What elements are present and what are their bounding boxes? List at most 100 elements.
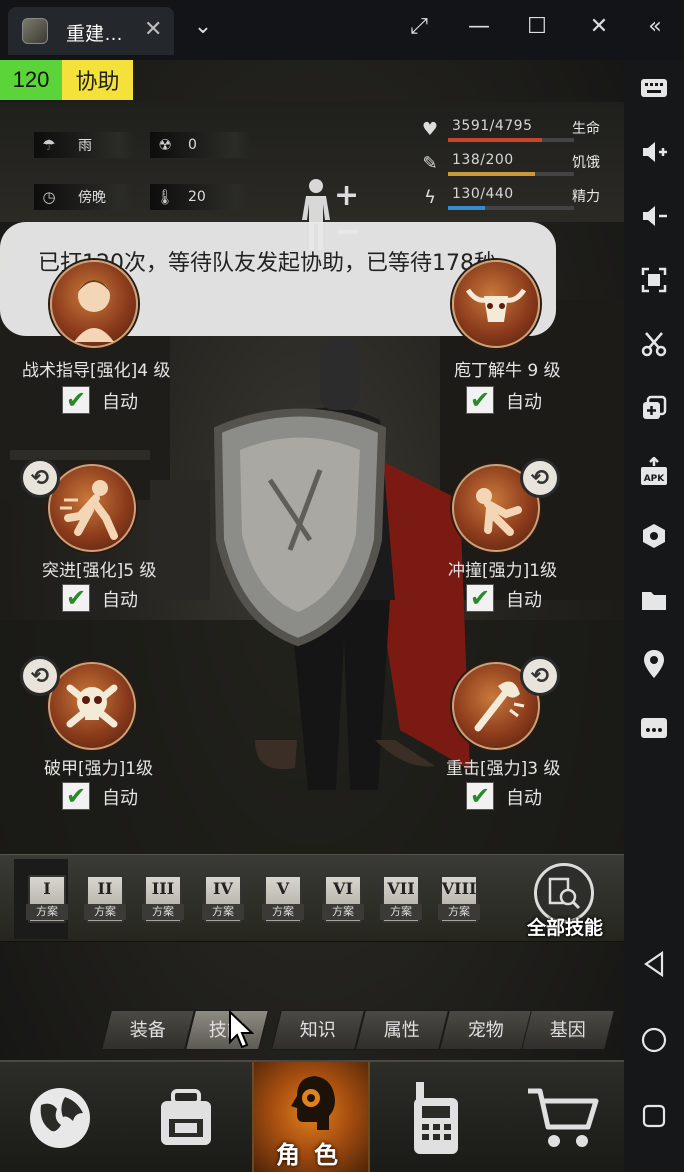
auto-checkbox[interactable]: ✔ (62, 584, 90, 612)
skill-dash[interactable]: ⟲ 突进[强化]5 级 ✔ 自动 (20, 458, 220, 638)
swap-skill-icon[interactable]: ⟲ (520, 656, 560, 696)
nav-shop[interactable] (504, 1062, 624, 1172)
plan-tab-8[interactable]: VIII 方案 (434, 875, 484, 927)
weather-stat: ☂ 雨 (34, 132, 134, 158)
maximize-button[interactable]: ☐ (522, 14, 552, 39)
tab-skills[interactable]: 技能 (185, 1010, 269, 1050)
skill-tactics[interactable]: 战术指导[强化]4 级 ✔ 自动 (22, 260, 222, 440)
game-viewport: 120 协助 ☂ 雨 ☢ 0 ◷ 傍晚 🌡 20 + − ♥ 3591/4795 (0, 60, 624, 1172)
tab-genes[interactable]: 基因 (521, 1010, 615, 1050)
nav-world-map[interactable] (0, 1062, 120, 1172)
clock-icon: ◷ (42, 188, 56, 206)
heart-icon: ♥ (421, 119, 439, 140)
more-options-icon[interactable] (638, 712, 670, 744)
recent-apps-icon[interactable] (638, 1100, 670, 1132)
auto-label: 自动 (506, 392, 542, 413)
tab-label: 宠物 (467, 1020, 504, 1041)
auto-label: 自动 (506, 788, 542, 809)
plan-tab-1[interactable]: I 方案 (14, 859, 68, 939)
energy-value: 130/440 (452, 186, 514, 202)
plan-tab-5[interactable]: V 方案 (258, 875, 308, 927)
vital-row-energy: ϟ 130/440 精力 (418, 186, 618, 212)
all-skills-button[interactable]: 全部技能 (520, 859, 610, 939)
plan-tab-3[interactable]: III 方案 (138, 875, 188, 927)
skill-charge[interactable]: ⟲ 冲撞[强力]1级 ✔ 自动 (446, 458, 624, 638)
tab-equipment[interactable]: 装备 (101, 1010, 195, 1050)
volume-down-icon[interactable] (638, 200, 670, 232)
tab-label: 属性 (383, 1020, 420, 1041)
thermometer-icon: 🌡 (155, 188, 175, 206)
plan-label: 方案 (262, 904, 304, 920)
app-tab[interactable]: 重建… ✕ (8, 7, 174, 55)
auto-checkbox[interactable]: ✔ (466, 782, 494, 810)
emulator-sidebar: APK (624, 60, 684, 1172)
plus-icon[interactable]: + (334, 178, 359, 213)
volume-up-icon[interactable] (638, 136, 670, 168)
health-bar-fill (448, 138, 543, 142)
plan-tab-4[interactable]: IV 方案 (198, 875, 248, 927)
collapse-sidebar-button[interactable]: « (640, 14, 670, 39)
folder-icon[interactable] (638, 584, 670, 616)
health-value: 3591/4795 (452, 118, 533, 134)
apk-install-icon[interactable]: APK (638, 456, 670, 488)
auto-label: 自动 (102, 590, 138, 611)
emulator-titlebar: 重建… ✕ ⌄ ⤢ — ☐ ✕ « (0, 0, 684, 60)
nav-radio[interactable] (376, 1062, 496, 1172)
rain-cloud-icon: ☂ (42, 136, 56, 154)
home-icon[interactable] (638, 1024, 670, 1056)
tab-pets[interactable]: 宠物 (439, 1010, 533, 1050)
auto-checkbox[interactable]: ✔ (62, 782, 90, 810)
vital-row-health: ♥ 3591/4795 生命 (418, 118, 618, 144)
swap-skill-icon[interactable]: ⟲ (20, 458, 60, 498)
minimize-button[interactable]: — (464, 14, 494, 39)
skill-heavy-strike[interactable]: ⟲ 重击[强力]3 级 ✔ 自动 (446, 656, 624, 836)
tactics-icon[interactable] (50, 260, 138, 348)
time-value: 傍晚 (78, 190, 106, 206)
plan-label: 方案 (380, 904, 422, 920)
tab-dropdown-icon[interactable]: ⌄ (188, 14, 218, 39)
energy-icon: ϟ (424, 187, 436, 208)
all-skills-label: 全部技能 (526, 917, 603, 939)
fullscreen-icon[interactable] (638, 264, 670, 296)
tab-knowledge[interactable]: 知识 (271, 1010, 365, 1050)
plan-numeral: VIII (441, 879, 477, 898)
hunger-value: 138/200 (452, 152, 514, 168)
auto-checkbox[interactable]: ✔ (466, 584, 494, 612)
vital-row-hunger: ✎ 138/200 饥饿 (418, 152, 618, 178)
radiation-icon: ☢ (158, 136, 172, 154)
screenshot-button[interactable]: ⤢ (404, 14, 434, 39)
bull-skull-icon[interactable] (452, 260, 540, 348)
plan-numeral: VII (387, 879, 415, 898)
swap-skill-icon[interactable]: ⟲ (520, 458, 560, 498)
location-pin-icon[interactable] (638, 648, 670, 680)
close-button[interactable]: ✕ (584, 14, 614, 39)
stomach-icon: ✎ (422, 153, 438, 174)
nav-backpack[interactable] (126, 1062, 246, 1172)
settings-hexagon-icon[interactable] (638, 520, 670, 552)
multi-instance-icon[interactable] (638, 392, 670, 424)
swap-skill-icon[interactable]: ⟲ (20, 656, 60, 696)
temperature-value: 20 (188, 189, 206, 205)
nav-character[interactable]: 角色 (252, 1062, 370, 1172)
back-icon[interactable] (638, 948, 670, 980)
plan-tab-6[interactable]: VI 方案 (318, 875, 368, 927)
scissors-icon[interactable] (638, 328, 670, 360)
auto-label: 自动 (506, 590, 542, 611)
tab-attributes[interactable]: 属性 (355, 1010, 449, 1050)
plan-tab-2[interactable]: II 方案 (80, 875, 130, 927)
tab-close-icon[interactable]: ✕ (144, 17, 162, 42)
skill-name: 冲撞[强力]1级 (448, 561, 558, 581)
auto-checkbox[interactable]: ✔ (62, 386, 90, 414)
skull-crossbones-icon[interactable] (48, 662, 136, 750)
plan-label: 方案 (142, 904, 184, 920)
keyboard-mapping-icon[interactable] (638, 72, 670, 104)
assist-label-badge[interactable]: 协助 (62, 60, 133, 100)
plan-tab-7[interactable]: VII 方案 (376, 875, 426, 927)
mouse-cursor-icon (229, 1010, 254, 1049)
skill-armor-break[interactable]: ⟲ 破甲[强力]1级 ✔ 自动 (20, 656, 220, 836)
auto-checkbox[interactable]: ✔ (466, 386, 494, 414)
plan-numeral: VI (333, 879, 353, 898)
dash-icon[interactable] (48, 464, 136, 552)
energy-bar-fill (448, 206, 486, 210)
skill-butcher[interactable]: 庖丁解牛 9 级 ✔ 自动 (446, 260, 624, 440)
